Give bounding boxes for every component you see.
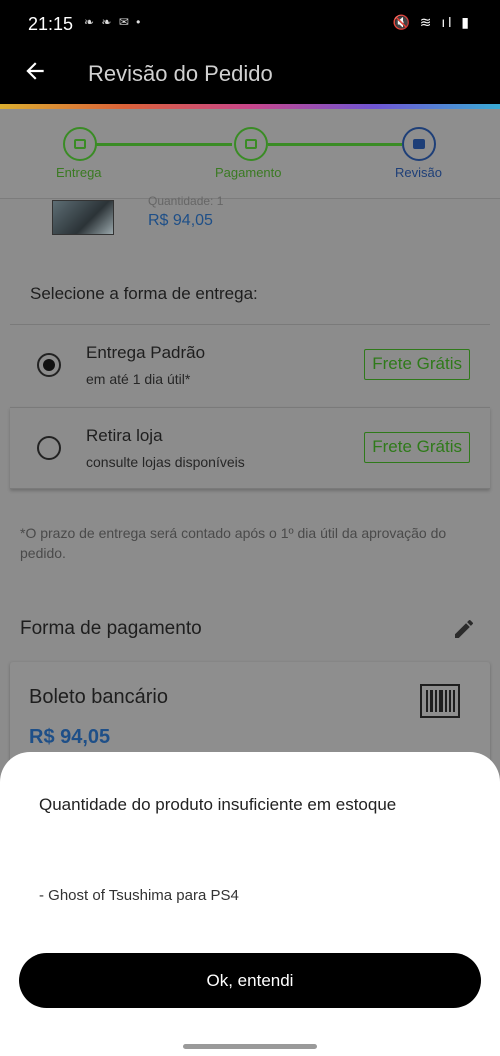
ok-button[interactable]: Ok, entendi: [19, 953, 481, 1008]
document-icon: [413, 139, 425, 149]
pencil-icon[interactable]: [452, 617, 476, 641]
free-shipping-badge: Frete Grátis: [364, 349, 470, 380]
delivery-option-retira-loja[interactable]: Retira loja consulte lojas disponíveis F…: [10, 407, 490, 489]
radio-unselected[interactable]: [37, 436, 61, 460]
barcode-icon: [420, 684, 460, 718]
status-bar: 21:15 ❧ ❧ ✉ • 🔇 ≋ ıl ▮: [0, 0, 500, 48]
payment-method-name: Boleto bancário: [29, 686, 168, 708]
barcode-svg: [420, 684, 460, 718]
step-label-entrega: Entrega: [56, 165, 102, 180]
delivery-note: *O prazo de entrega será contado após o …: [20, 525, 447, 561]
step-pagamento[interactable]: [234, 127, 268, 161]
pencil-svg: [455, 619, 473, 638]
step-entrega[interactable]: [63, 127, 97, 161]
radio-selected[interactable]: [37, 353, 61, 377]
step-connector: [268, 143, 402, 146]
step-revisao[interactable]: [402, 127, 436, 161]
product-quantity: Quantidade: 1: [148, 194, 224, 208]
step-label-revisao: Revisão: [395, 165, 442, 180]
notification-icons: ❧ ❧ ✉ •: [84, 15, 143, 29]
page-title: Revisão do Pedido: [88, 61, 273, 86]
delivery-option-name: Retira loja: [86, 426, 163, 445]
arrow-left-icon[interactable]: [22, 58, 48, 90]
step-label-pagamento: Pagamento: [215, 165, 282, 180]
delivery-option-detail: consulte lojas disponíveis: [86, 454, 245, 470]
app-bar: Revisão do Pedido: [0, 48, 500, 104]
checkout-stepper: Entrega Pagamento Revisão: [0, 109, 500, 199]
alert-item: - Ghost of Tsushima para PS4: [39, 887, 239, 904]
home-gesture-pill[interactable]: [183, 1044, 317, 1049]
delivery-option-detail: em até 1 dia útil*: [86, 371, 191, 387]
status-time: 21:15: [28, 14, 74, 34]
payment-total: R$ 94,05: [29, 726, 111, 748]
card-icon: [245, 139, 257, 149]
payment-heading: Forma de pagamento: [20, 618, 202, 639]
delivery-heading: Selecione a forma de entrega:: [30, 284, 258, 303]
system-nav-bar: [0, 1040, 500, 1056]
stock-alert-bottom-sheet: Quantidade do produto insuficiente em es…: [0, 752, 500, 1040]
system-status-icons: 🔇 ≋ ıl ▮: [392, 14, 472, 30]
truck-icon: [74, 139, 86, 149]
alert-message: Quantidade do produto insuficiente em es…: [39, 795, 397, 814]
product-thumbnail: [52, 200, 114, 235]
step-connector: [96, 143, 232, 146]
delivery-option-name: Entrega Padrão: [86, 343, 206, 362]
free-shipping-badge: Frete Grátis: [364, 432, 470, 463]
delivery-option-padrao[interactable]: Entrega Padrão em até 1 dia útil* Frete …: [10, 324, 490, 406]
back-arrow-svg: [26, 62, 44, 80]
product-price: R$ 94,05: [148, 212, 213, 229]
